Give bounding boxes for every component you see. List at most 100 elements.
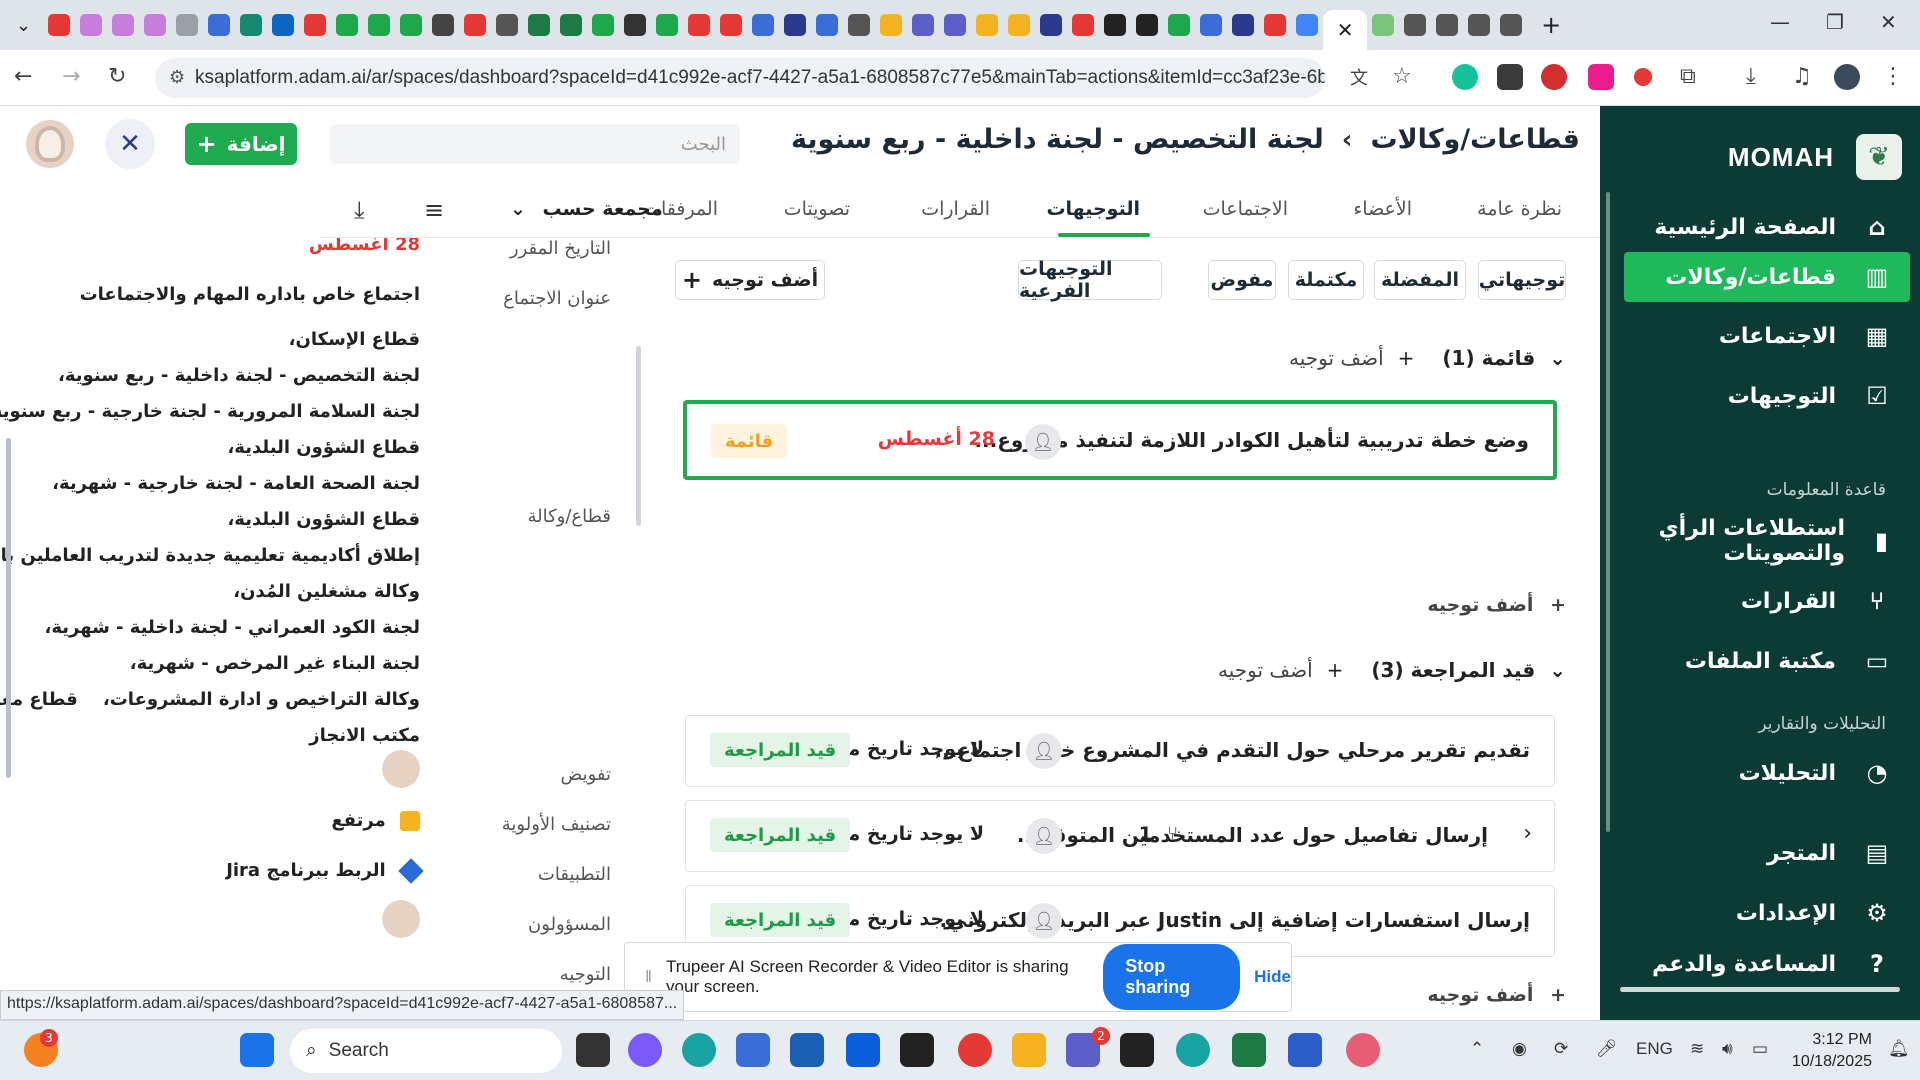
stop-sharing-button[interactable]: Stop sharing [1103, 944, 1241, 1010]
bookmark-star-icon[interactable]: ☆ [1392, 64, 1412, 89]
directive-card[interactable]: تقديم تقرير مرحلي حول التقدم في المشروع … [685, 715, 1555, 787]
group-header-open[interactable]: ⌄ قائمة (1) + أضف توجيه [1289, 346, 1566, 370]
grammarly-icon[interactable] [1452, 64, 1478, 90]
tab-favicon[interactable] [848, 14, 871, 36]
battery-icon[interactable]: ▭ [1752, 1039, 1768, 1059]
tab-favicon[interactable] [1372, 14, 1395, 36]
tab-favicon[interactable] [1168, 14, 1191, 36]
owner-avatar[interactable] [382, 900, 420, 938]
media-control-icon[interactable]: ♫ [1792, 64, 1812, 89]
filter-icon[interactable]: ≡ [424, 196, 444, 224]
tab-favicon-youtube[interactable] [48, 14, 71, 36]
tab-members[interactable]: الأعضاء [1353, 198, 1412, 220]
group-add-link[interactable]: أضف توجيه [1289, 346, 1384, 370]
recording-icon[interactable] [1634, 68, 1652, 86]
tab-directives[interactable]: التوجيهات [1046, 198, 1140, 220]
app-icon[interactable] [1346, 1033, 1380, 1067]
tab-favicon[interactable] [368, 14, 391, 36]
tab-votes[interactable]: تصويتات [784, 198, 850, 220]
minimize-icon[interactable]: — [1770, 10, 1790, 34]
add-directive-button[interactable]: أضف توجيه + [675, 260, 825, 300]
hide-button[interactable]: Hide [1254, 967, 1291, 987]
search-input[interactable]: البحث [330, 124, 740, 164]
tab-favicon-youtube[interactable] [1264, 14, 1287, 36]
plus-icon[interactable]: + [1327, 658, 1344, 682]
close-tab-icon[interactable]: ✕ [1337, 18, 1354, 42]
group-add-link[interactable]: أضف توجيه [1218, 658, 1313, 682]
sidebar-item-polls[interactable]: ▮ استطلاعات الرأي والتصويتات [1624, 516, 1910, 566]
add-directive-row[interactable]: + أضف توجيه [1427, 984, 1566, 1006]
tab-favicon[interactable] [336, 14, 359, 36]
tab-favicon[interactable] [592, 14, 615, 36]
notion-icon[interactable] [900, 1033, 934, 1067]
tab-favicon[interactable] [1404, 14, 1427, 36]
windows-start-icon[interactable] [240, 1033, 274, 1067]
volume-icon[interactable]: 🔊︎ [1722, 1039, 1733, 1059]
sidebar-item-directives[interactable]: ☑ التوجيهات [1624, 371, 1910, 421]
edge-icon[interactable] [682, 1033, 716, 1067]
tab-favicon[interactable] [1008, 14, 1031, 36]
clock[interactable]: 3:12 PM 10/18/2025 [1792, 1029, 1872, 1073]
sidebar-horizontal-scrollbar[interactable] [1620, 987, 1900, 992]
tab-list-chevron-icon[interactable]: ⌄ [16, 15, 31, 36]
excel-icon[interactable] [1232, 1033, 1266, 1067]
sidebar-item-settings[interactable]: ⚙ الإعدادات [1624, 888, 1910, 938]
url-field[interactable]: ⚙ ksaplatform.adam.ai/ar/spaces/dashboar… [155, 58, 1325, 98]
download-icon[interactable]: ⤓ [354, 196, 365, 224]
forward-icon[interactable]: → [62, 64, 80, 89]
tab-favicon[interactable] [496, 14, 519, 36]
tab-favicon-youtube[interactable] [464, 14, 487, 36]
group-by-dropdown[interactable]: مجمعة حسب ⌄ [510, 198, 663, 220]
tab-favicon-linkedin[interactable] [272, 14, 295, 36]
sidebar-item-files[interactable]: ▭ مكتبة الملفات [1624, 636, 1910, 686]
site-info-icon[interactable]: ⚙ [169, 67, 185, 88]
app-icon[interactable] [1120, 1033, 1154, 1067]
tab-favicon[interactable] [720, 14, 743, 36]
tab-favicon[interactable] [816, 14, 839, 36]
tab-favicon[interactable] [176, 14, 199, 36]
tab-favicon[interactable] [688, 14, 711, 36]
tab-favicon[interactable] [112, 14, 135, 36]
details-scrollbar[interactable] [6, 438, 11, 778]
app-icon[interactable] [846, 1033, 880, 1067]
panel-resize-handle[interactable] [636, 346, 641, 526]
tray-app-icon[interactable]: ◉ [1512, 1039, 1527, 1059]
tab-favicon-youtube[interactable] [1072, 14, 1095, 36]
active-tab[interactable]: ✕ [1323, 10, 1368, 50]
store-icon[interactable] [790, 1033, 824, 1067]
filter-completed[interactable]: مكتملة [1288, 260, 1364, 300]
tab-favicon[interactable] [1436, 14, 1459, 36]
tab-favicon[interactable] [144, 14, 167, 36]
tab-favicon-youtube[interactable] [304, 14, 327, 36]
sidebar-item-home[interactable]: ⌂ الصفحة الرئيسية [1624, 202, 1910, 252]
tab-favicon[interactable] [1200, 14, 1223, 36]
browser-menu-icon[interactable]: ⋮ [1882, 64, 1904, 89]
extension-icon[interactable] [1497, 64, 1523, 90]
sidebar-scrollbar[interactable] [1606, 192, 1610, 832]
back-icon[interactable]: ← [14, 64, 32, 89]
priority-value[interactable]: مرتفع [331, 810, 420, 831]
due-date-value[interactable]: 28 أغسطس [309, 238, 420, 255]
tab-meetings[interactable]: الاجتماعات [1203, 198, 1288, 220]
plus-icon[interactable]: + [1398, 346, 1415, 370]
window-close-icon[interactable]: ✕ [1880, 10, 1897, 34]
tab-favicon[interactable] [784, 14, 807, 36]
download-icon[interactable]: ⤓ [1746, 64, 1756, 89]
drag-handle-icon[interactable]: ‖ [645, 967, 652, 987]
taskbar-search[interactable]: ⌕ Search [290, 1029, 562, 1073]
chrome-icon[interactable] [958, 1033, 992, 1067]
add-directive-row[interactable]: + أضف توجيه [1427, 594, 1566, 616]
tab-favicon[interactable] [208, 14, 231, 36]
tab-favicon-google[interactable] [1296, 14, 1319, 36]
filter-sub-directives[interactable]: التوجيهات الفرعية [1018, 258, 1162, 302]
avatar[interactable] [24, 118, 76, 170]
filter-favorites[interactable]: المفضلة [1374, 260, 1466, 300]
directive-card[interactable]: وضع خطة تدريبية لتأهيل الكوادر اللازمة ل… [683, 400, 1557, 480]
tab-favicon[interactable] [976, 14, 999, 36]
group-header-review[interactable]: ⌄ قيد المراجعة (3) + أضف توجيه [1218, 658, 1566, 682]
tab-favicon[interactable] [80, 14, 103, 36]
tab-favicon[interactable] [400, 14, 423, 36]
reload-icon[interactable]: ↻ [108, 64, 126, 89]
tab-decisions[interactable]: القرارات [921, 198, 990, 220]
tab-favicon[interactable] [624, 14, 647, 36]
